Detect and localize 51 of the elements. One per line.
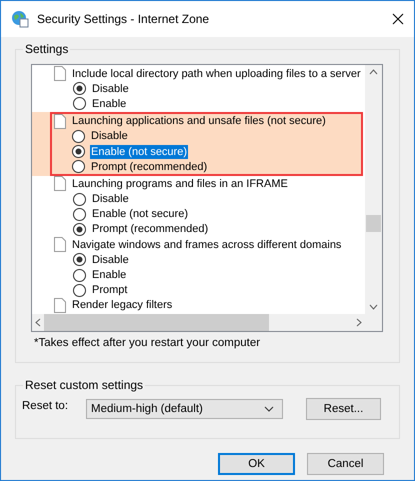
radio-button[interactable] — [73, 82, 86, 96]
dialog-button[interactable]: Cancel — [307, 453, 384, 475]
radio-button[interactable] — [73, 268, 86, 282]
setting-title: Navigate windows and frames across different domains — [71, 238, 342, 252]
radio-button[interactable] — [73, 97, 86, 110]
option-label[interactable]: Prompt (recommended) — [91, 222, 210, 236]
restart-note: *Takes effect after you restart your computer — [34, 337, 262, 349]
radio-button[interactable] — [72, 130, 85, 143]
window-title: Security Settings - Internet Zone — [37, 12, 210, 26]
vertical-scrollbar[interactable] — [365, 65, 382, 314]
reset-button[interactable]: Reset... — [306, 398, 381, 420]
chevron-down-icon — [264, 406, 274, 412]
scroll-thumb[interactable] — [44, 314, 269, 331]
dialog-button[interactable]: OK — [218, 453, 295, 475]
group-title: Settings — [23, 42, 70, 56]
scroll-up-icon[interactable] — [369, 69, 378, 75]
radio-button[interactable] — [72, 160, 85, 174]
radio-button[interactable] — [73, 284, 86, 297]
setting-title: Render legacy filters — [71, 298, 174, 312]
option-label[interactable]: Enable — [91, 96, 128, 111]
horizontal-scrollbar[interactable] — [32, 314, 365, 331]
document-icon — [54, 114, 66, 129]
setting-title: Launching applications and unsafe files (not secure) — [71, 114, 327, 128]
option-label[interactable]: Disable — [91, 252, 130, 267]
reset-level-dropdown[interactable]: Medium-high (default) — [86, 399, 283, 419]
option-label[interactable]: Prompt (recommended) — [90, 160, 208, 174]
document-icon — [54, 237, 66, 252]
scroll-thumb[interactable] — [366, 215, 381, 232]
document-icon — [54, 176, 66, 192]
setting-title: Include local directory path when uploading files to a server — [71, 66, 362, 81]
radio-button[interactable] — [73, 222, 86, 236]
radio-button[interactable] — [72, 145, 85, 158]
radio-button[interactable] — [73, 253, 86, 266]
radio-button[interactable] — [73, 208, 86, 221]
option-label[interactable]: Prompt — [91, 283, 128, 298]
setting-title: Launching programs and files in an IFRAME — [71, 176, 289, 191]
group-title: Reset custom settings — [23, 378, 146, 392]
option-label[interactable]: Disable — [91, 82, 130, 96]
option-label[interactable]: Disable — [91, 192, 130, 206]
option-label[interactable]: Disable — [90, 129, 129, 144]
close-icon[interactable] — [392, 13, 404, 25]
scroll-left-icon[interactable] — [35, 318, 41, 327]
option-label[interactable]: Enable (not secure) — [91, 207, 189, 222]
document-icon — [54, 298, 66, 313]
option-label[interactable]: Enable — [91, 268, 128, 282]
globe-icon — [11, 10, 29, 28]
radio-button[interactable] — [73, 192, 86, 206]
scroll-right-icon[interactable] — [356, 318, 362, 327]
reset-label: Reset to: — [22, 400, 70, 412]
scroll-down-icon[interactable] — [369, 304, 378, 310]
option-label[interactable]: Enable (not secure) — [90, 144, 188, 159]
